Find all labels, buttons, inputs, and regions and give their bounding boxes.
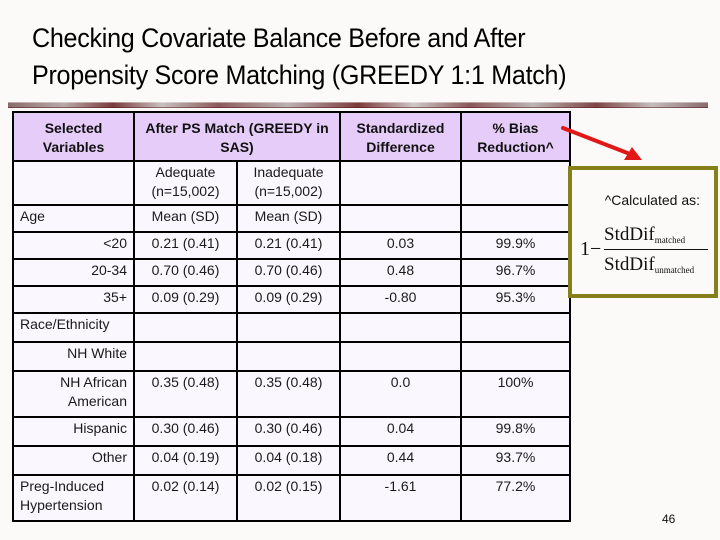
cell-std-diff: -1.61: [339, 474, 462, 522]
red-arrow-icon: [561, 126, 642, 160]
table-row: <20 0.21 (0.41) 0.21 (0.41) 0.03 99.9%: [12, 231, 571, 260]
page-number: 46: [662, 512, 676, 526]
cell-inadequate: 0.02 (0.15): [236, 474, 341, 522]
row-label: Race/Ethnicity: [12, 312, 135, 343]
decorative-divider-bar: [8, 102, 708, 108]
cell-adequate: 0.04 (0.19): [133, 445, 238, 476]
subheader-empty: [460, 160, 571, 206]
row-label: NH White: [12, 341, 135, 372]
cell-bias-reduction: 100%: [460, 370, 571, 418]
calculation-callout-box: ^Calculated as: 1− StdDifmatched StdDifu…: [568, 166, 718, 298]
cell-std-diff: [339, 312, 462, 343]
cell-std-diff: 0.03: [339, 231, 462, 260]
slide-title-line-2: Propensity Score Matching (GREEDY 1:1 Ma…: [32, 60, 567, 90]
cell-bias-reduction: 99.8%: [460, 416, 571, 447]
cell-bias-reduction: [460, 341, 571, 372]
cell-std-diff: 0.48: [339, 258, 462, 287]
table-row: NH African American 0.35 (0.48) 0.35 (0.…: [12, 370, 571, 418]
row-label: 20-34: [12, 258, 135, 287]
table-row: 20-34 0.70 (0.46) 0.70 (0.46) 0.48 96.7%: [12, 258, 571, 287]
subheader-adequate: Adequate (n=15,002): [133, 160, 238, 206]
cell-bias-reduction: 95.3%: [460, 285, 571, 314]
row-label: Preg-Induced Hypertension: [12, 474, 135, 522]
cell-bias-reduction: 77.2%: [460, 474, 571, 522]
cell-adequate: 0.70 (0.46): [133, 258, 238, 287]
cell-adequate: 0.35 (0.48): [133, 370, 238, 418]
table-header-row: Selected Variables After PS Match (GREED…: [12, 111, 571, 162]
cell-inadequate: [236, 341, 341, 372]
subheader-empty: [12, 160, 135, 206]
cell-adequate: 0.09 (0.29): [133, 285, 238, 314]
covariate-balance-table: Selected Variables After PS Match (GREED…: [12, 111, 571, 522]
cell-std-diff: [339, 341, 462, 372]
formula-fraction: StdDifmatched StdDifunmatched: [604, 222, 708, 278]
table-subheader-row: Adequate (n=15,002) Inadequate (n=15,002…: [12, 160, 571, 206]
cell-adequate: [133, 341, 238, 372]
formula-denominator: StdDifunmatched: [604, 254, 695, 275]
cell-inadequate: 0.30 (0.46): [236, 416, 341, 447]
slide-title: Checking Covariate Balance Before and Af…: [32, 20, 664, 94]
header-bias-reduction: % Bias Reduction^: [460, 111, 571, 162]
header-selected-variables: Selected Variables: [12, 111, 135, 162]
calculation-label: ^Calculated as:: [604, 192, 700, 208]
bias-reduction-formula: 1− StdDifmatched StdDifunmatched: [580, 222, 710, 282]
cell-inadequate: 0.09 (0.29): [236, 285, 341, 314]
table-row: NH White: [12, 341, 571, 372]
cell-adequate: [133, 312, 238, 343]
cell-bias-reduction: [460, 312, 571, 343]
cell-std-diff: 0.44: [339, 445, 462, 476]
cell-bias-reduction: [460, 204, 571, 233]
cell-std-diff: [339, 204, 462, 233]
cell-bias-reduction: 99.9%: [460, 231, 571, 260]
subheader-inadequate: Inadequate (n=15,002): [236, 160, 341, 206]
cell-inadequate: Mean (SD): [236, 204, 341, 233]
table-row-age: Age Mean (SD) Mean (SD): [12, 204, 571, 233]
row-label: <20: [12, 231, 135, 260]
header-standardized-difference: Standardized Difference: [339, 111, 462, 162]
cell-inadequate: [236, 312, 341, 343]
cell-bias-reduction: 96.7%: [460, 258, 571, 287]
table-row: 35+ 0.09 (0.29) 0.09 (0.29) -0.80 95.3%: [12, 285, 571, 314]
cell-adequate: Mean (SD): [133, 204, 238, 233]
table-row-race-ethnicity: Race/Ethnicity: [12, 312, 571, 343]
row-label: 35+: [12, 285, 135, 314]
formula-numerator: StdDifmatched: [604, 224, 686, 245]
cell-std-diff: 0.0: [339, 370, 462, 418]
row-label: NH African American: [12, 370, 135, 418]
row-label: Hispanic: [12, 416, 135, 447]
formula-one-minus: 1−: [580, 238, 602, 260]
row-label: Other: [12, 445, 135, 476]
table-row: Other 0.04 (0.19) 0.04 (0.18) 0.44 93.7%: [12, 445, 571, 476]
fraction-bar: [604, 249, 708, 250]
cell-inadequate: 0.21 (0.41): [236, 231, 341, 260]
cell-inadequate: 0.04 (0.18): [236, 445, 341, 476]
header-after-ps-match: After PS Match (GREEDY in SAS): [133, 111, 341, 162]
subheader-empty: [339, 160, 462, 206]
cell-adequate: 0.21 (0.41): [133, 231, 238, 260]
slide-title-line-1: Checking Covariate Balance Before and Af…: [32, 23, 526, 53]
cell-adequate: 0.02 (0.14): [133, 474, 238, 522]
row-label: Age: [12, 204, 135, 233]
table-row: Preg-Induced Hypertension 0.02 (0.14) 0.…: [12, 474, 571, 522]
cell-inadequate: 0.35 (0.48): [236, 370, 341, 418]
cell-std-diff: 0.04: [339, 416, 462, 447]
cell-std-diff: -0.80: [339, 285, 462, 314]
table-row: Hispanic 0.30 (0.46) 0.30 (0.46) 0.04 99…: [12, 416, 571, 447]
cell-adequate: 0.30 (0.46): [133, 416, 238, 447]
cell-bias-reduction: 93.7%: [460, 445, 571, 476]
cell-inadequate: 0.70 (0.46): [236, 258, 341, 287]
